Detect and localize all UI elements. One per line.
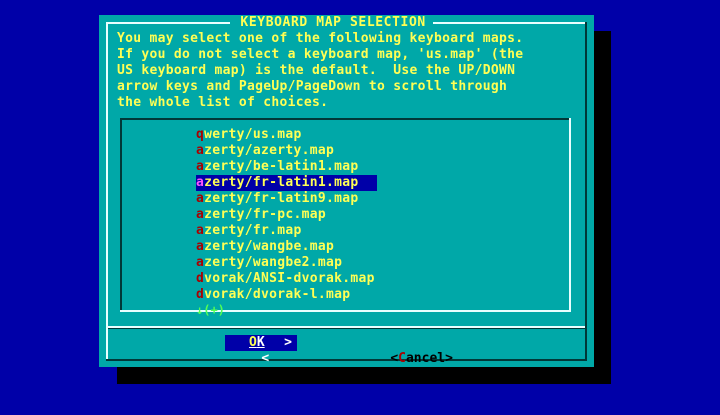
keymap-items: qwerty/us.map azerty/azerty.map azerty/be-… <box>196 127 377 303</box>
keymap-item[interactable]: azerty/wangbe2.map <box>196 255 377 271</box>
list-border-left <box>120 118 122 312</box>
cancel-button[interactable]: <Cancel> <box>359 335 453 366</box>
keymap-item-hotkey: a <box>196 239 205 254</box>
ok-label-rest: K <box>256 335 265 350</box>
button-separator-shade <box>108 328 585 329</box>
keymap-item-hotkey: a <box>196 143 205 158</box>
keymap-item[interactable]: azerty/fr.map <box>196 223 377 239</box>
keymap-item[interactable]: azerty/fr-pc.map <box>196 207 377 223</box>
keymap-item-label: zerty/wangbe.map <box>204 239 335 254</box>
keymap-item[interactable]: azerty/wangbe.map <box>196 239 377 255</box>
keymap-item-hotkey: d <box>196 271 205 286</box>
cancel-label-rest: ancel <box>405 351 446 366</box>
keymap-item-label: zerty/be-latin1.map <box>204 159 359 174</box>
keymap-item-hotkey: a <box>196 255 205 270</box>
frame-top-right <box>433 22 587 24</box>
cancel-right-arrow: > <box>445 351 453 366</box>
ok-label: OK <box>249 335 265 351</box>
keymap-item-label: zerty/wangbe2.map <box>204 255 343 270</box>
keymap-item-label: zerty/fr-pc.map <box>204 207 327 222</box>
list-border-top <box>120 118 571 120</box>
keymap-item-label: werty/us.map <box>204 127 302 142</box>
keymap-item-label: vorak/dvorak-l.map <box>204 287 351 302</box>
keymap-item[interactable]: azerty/be-latin1.map <box>196 159 377 175</box>
keymap-item-hotkey: d <box>196 287 205 302</box>
ok-left-arrow: < <box>261 351 270 366</box>
keymap-item-hotkey: a <box>196 191 205 206</box>
keymap-item-label: vorak/ANSI-dvorak.map <box>204 271 375 286</box>
keymap-item[interactable]: azerty/fr-latin9.map <box>196 191 377 207</box>
frame-bottom <box>106 359 587 361</box>
keymap-item-hotkey: a <box>196 223 205 238</box>
keymap-item-hotkey: a <box>196 207 205 222</box>
ok-right-arrow: > <box>284 335 292 350</box>
ok-button[interactable]: < OK > <box>225 335 297 366</box>
frame-left <box>106 22 108 361</box>
frame-top-left <box>106 22 230 24</box>
keymap-item[interactable]: qwerty/us.map <box>196 127 377 143</box>
frame-right <box>585 22 587 361</box>
keymap-item-label: zerty/fr-latin1.map <box>204 175 359 190</box>
ok-hotkey: O <box>249 335 257 350</box>
scroll-more-indicator: ↓(+) <box>196 303 225 317</box>
keymap-item[interactable]: dvorak/dvorak-l.map <box>196 287 377 303</box>
keymap-item-hotkey: q <box>196 127 205 142</box>
keymap-item-hotkey: a <box>196 175 205 190</box>
keymap-list[interactable]: qwerty/us.map azerty/azerty.map azerty/be-… <box>120 118 571 312</box>
keymap-item[interactable]: dvorak/ANSI-dvorak.map <box>196 271 377 287</box>
keyboard-map-dialog: KEYBOARD MAP SELECTION You may select on… <box>99 15 594 367</box>
cancel-hotkey: C <box>398 351 406 366</box>
keymap-item[interactable]: azerty/azerty.map <box>196 143 377 159</box>
list-border-right <box>569 118 571 312</box>
keymap-item-label: zerty/fr.map <box>204 223 302 238</box>
dialog-title: KEYBOARD MAP SELECTION <box>232 15 435 30</box>
keymap-item-label: zerty/fr-latin9.map <box>204 191 359 206</box>
cancel-left-arrow: < <box>390 351 399 366</box>
keymap-item[interactable]: azerty/fr-latin1.map <box>196 175 377 191</box>
dialog-description: You may select one of the following keyb… <box>117 31 524 110</box>
list-border-bottom <box>120 310 571 312</box>
keymap-item-label: zerty/azerty.map <box>204 143 335 158</box>
keymap-item-hotkey: a <box>196 159 205 174</box>
